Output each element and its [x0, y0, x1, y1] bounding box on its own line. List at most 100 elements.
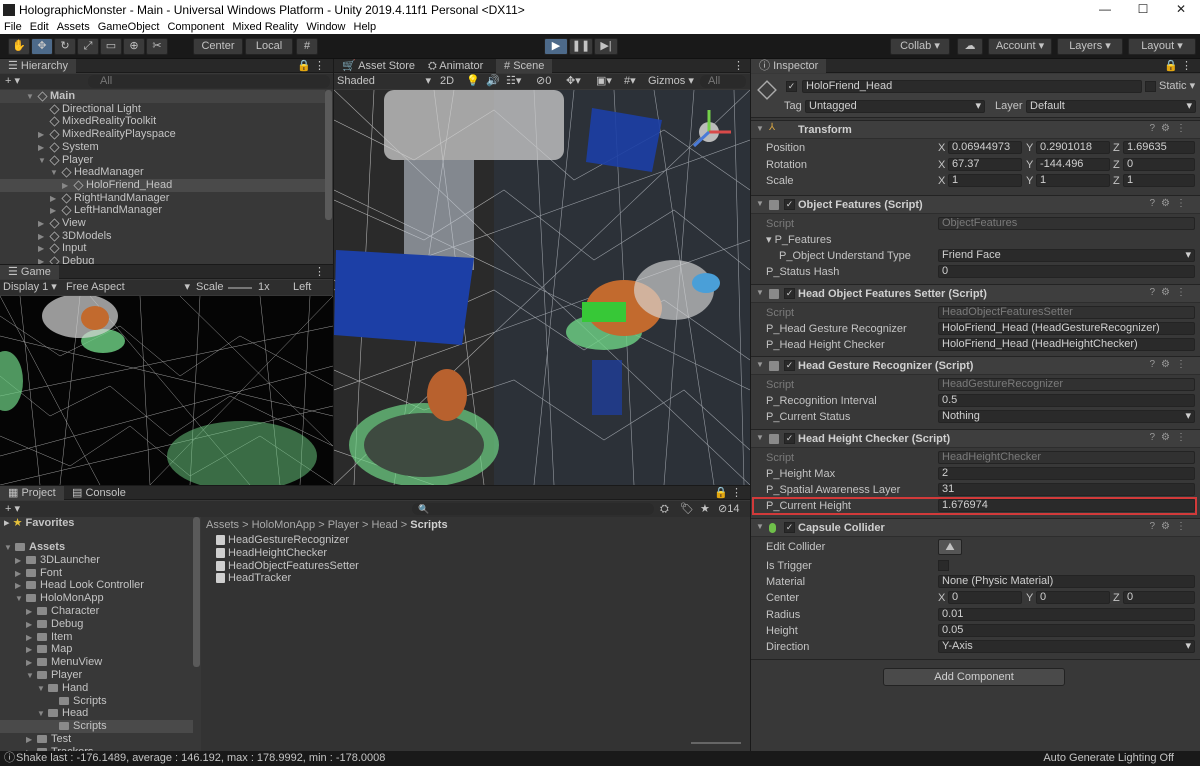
expand-arrow-icon[interactable]: ▶	[26, 618, 32, 631]
project-menu-icon[interactable]: 🔒 ⋮	[714, 486, 742, 500]
edit-collider-button[interactable]: ⛰	[938, 539, 962, 555]
fold-arrow-icon[interactable]: ▼	[756, 199, 764, 208]
project-folder-item[interactable]: Scripts	[0, 720, 193, 734]
position-z-field[interactable]: 1.69635	[1123, 141, 1195, 154]
favorite-icon[interactable]: ★	[700, 501, 710, 517]
expand-arrow-icon[interactable]: ▶	[15, 579, 21, 592]
object-features-header[interactable]: ▼ ✓ Object Features (Script) ?⚙⋮	[751, 195, 1200, 214]
hierarchy-search-input[interactable]: All	[88, 75, 330, 88]
display-dropdown[interactable]: Display 1 ▾	[3, 280, 57, 295]
capsule-header[interactable]: ▼ ✓ Capsule Collider ?⚙⋮	[751, 518, 1200, 537]
layer-dropdown[interactable]: Default ▾	[1026, 100, 1196, 113]
static-checkbox[interactable]	[1145, 81, 1156, 92]
gizmos-dropdown[interactable]: Gizmos ▾	[648, 74, 694, 89]
scale-y-field[interactable]: 1	[1036, 174, 1110, 187]
active-checkbox[interactable]: ✓	[786, 81, 797, 92]
minimize-button[interactable]: —	[1086, 0, 1124, 19]
layout-dropdown[interactable]: Layout ▾	[1128, 38, 1196, 55]
script-file-item[interactable]: HeadObjectFeaturesSetter	[216, 560, 359, 573]
fold-arrow-icon[interactable]: ▼	[756, 124, 764, 133]
expand-arrow-icon[interactable]: ▶	[26, 631, 32, 644]
project-folder-item[interactable]: ▼ Head	[0, 707, 193, 720]
hierarchy-item[interactable]: ▶ HoloFriend_Head	[0, 178, 325, 192]
expand-arrow-open-icon[interactable]: ▼	[37, 682, 45, 695]
height-max-field[interactable]: 2	[938, 467, 1195, 480]
expand-arrow-open-icon[interactable]: ▼	[26, 90, 34, 103]
toggle-2d-button[interactable]: 2D	[440, 74, 454, 89]
game-menu-icon[interactable]: ⋮	[314, 265, 325, 279]
current-status-dropdown[interactable]: Nothing ▾	[938, 410, 1195, 423]
expand-arrow-open-icon[interactable]: ▼	[4, 541, 12, 554]
fold-arrow-icon[interactable]: ▼	[756, 360, 764, 369]
component-enabled-checkbox[interactable]: ✓	[784, 522, 795, 533]
tab-asset-store[interactable]: 🛒 Asset Store	[334, 59, 423, 73]
is-trigger-checkbox[interactable]	[938, 560, 949, 571]
tab-game[interactable]: ☰ Game	[0, 265, 59, 279]
component-menu-icons[interactable]: ?⚙⋮	[1149, 123, 1192, 134]
add-component-button[interactable]: Add Component	[883, 668, 1065, 686]
fold-arrow-icon[interactable]: ▼	[756, 522, 764, 531]
spatial-layer-field[interactable]: 31	[938, 483, 1195, 496]
tab-console[interactable]: ▤ Console	[64, 486, 134, 500]
interval-field[interactable]: 0.5	[938, 394, 1195, 407]
breadcrumb-item[interactable]: HoloMonApp	[252, 519, 316, 531]
hierarchy-item[interactable]: ▼ Main	[0, 90, 325, 103]
camera-icon[interactable]: ▣▾	[596, 74, 612, 89]
component-menu-icons[interactable]: ?⚙⋮	[1149, 287, 1192, 298]
rotate-tool-icon[interactable]: ↻	[54, 38, 76, 55]
shading-dropdown[interactable]: Shaded ▾	[337, 74, 431, 89]
component-enabled-checkbox[interactable]: ✓	[784, 360, 795, 371]
tab-hierarchy[interactable]: ☰ Hierarchy	[0, 59, 76, 73]
component-enabled-checkbox[interactable]: ✓	[784, 433, 795, 444]
hierarchy-item[interactable]: ▶ Input	[0, 242, 325, 255]
breadcrumb-current[interactable]: Scripts	[410, 519, 447, 531]
hierarchy-item[interactable]: ▶ 3DModels	[0, 230, 325, 243]
gesture-ref-field[interactable]: HoloFriend_Head (HeadGestureRecognizer)	[938, 322, 1195, 335]
position-y-field[interactable]: 0.2901018	[1036, 141, 1110, 154]
hierarchy-item[interactable]: ▶ Debug	[0, 255, 325, 264]
tab-inspector[interactable]: ⓘ Inspector	[751, 59, 827, 73]
rotation-y-field[interactable]: -144.496	[1036, 158, 1110, 171]
game-viewport[interactable]	[0, 296, 333, 485]
project-folder-item[interactable]: ▶ MenuView	[0, 656, 193, 669]
fold-arrow-icon[interactable]: ▼	[756, 433, 764, 442]
component-menu-icons[interactable]: ?⚙⋮	[1149, 359, 1192, 370]
project-folder-item[interactable]: ▶ Debug	[0, 618, 193, 631]
hidden-packages-icon[interactable]: ⊘14	[718, 501, 739, 517]
project-folder-item[interactable]: ▶ Test	[0, 733, 193, 746]
expand-arrow-icon[interactable]: ▶	[38, 141, 44, 154]
menu-edit[interactable]: Edit	[26, 21, 53, 33]
project-folder-item[interactable]: ▼ Hand	[0, 682, 193, 695]
pivot-local-button[interactable]: Local	[245, 38, 293, 55]
component-enabled-checkbox[interactable]: ✓	[784, 199, 795, 210]
menu-file[interactable]: File	[0, 21, 26, 33]
icon-size-slider[interactable]	[691, 742, 741, 744]
p-features-row[interactable]: ▾ P_Features	[751, 232, 1200, 248]
aspect-dropdown[interactable]: Free Aspect ▾	[66, 280, 190, 295]
status-message[interactable]: Shake last : -176.1489, average : 146.19…	[16, 751, 385, 766]
menu-window[interactable]: Window	[302, 21, 349, 33]
scene-tools-icon[interactable]: ✥▾	[566, 74, 581, 89]
project-folder-item[interactable]: ▶ Character	[0, 605, 193, 618]
project-folder-item[interactable]: ▼ HoloMonApp	[0, 592, 193, 605]
script-file-item[interactable]: HeadTracker	[216, 572, 291, 585]
audio-icon[interactable]: 🔊	[486, 74, 500, 89]
radius-field[interactable]: 0.01	[938, 608, 1195, 621]
expand-arrow-icon[interactable]: ▶	[15, 554, 21, 567]
project-create-button[interactable]: + ▾	[5, 501, 20, 517]
hierarchy-item[interactable]: ▶ MixedRealityPlayspace	[0, 128, 325, 141]
hierarchy-item[interactable]: ▼ HeadManager	[0, 166, 325, 179]
breadcrumb-item[interactable]: Head	[371, 519, 397, 531]
layers-dropdown[interactable]: Layers ▾	[1057, 38, 1123, 55]
expand-arrow-icon[interactable]: ▶	[50, 204, 56, 217]
height-field[interactable]: 0.05	[938, 624, 1195, 637]
step-button[interactable]: ▶|	[594, 38, 618, 55]
project-folder-item[interactable]: Scripts	[0, 695, 193, 708]
height-checker-header[interactable]: ▼ ✓ Head Height Checker (Script) ?⚙⋮	[751, 429, 1200, 448]
center-y-field[interactable]: 0	[1036, 591, 1110, 604]
hierarchy-item[interactable]: ▼ Player	[0, 154, 325, 167]
object-name-field[interactable]: HoloFriend_Head	[802, 80, 1142, 93]
rotation-x-field[interactable]: 67.37	[948, 158, 1022, 171]
filter-type-icon[interactable]: ⛭	[660, 501, 669, 517]
grid-snap-icon[interactable]: #	[296, 38, 318, 55]
